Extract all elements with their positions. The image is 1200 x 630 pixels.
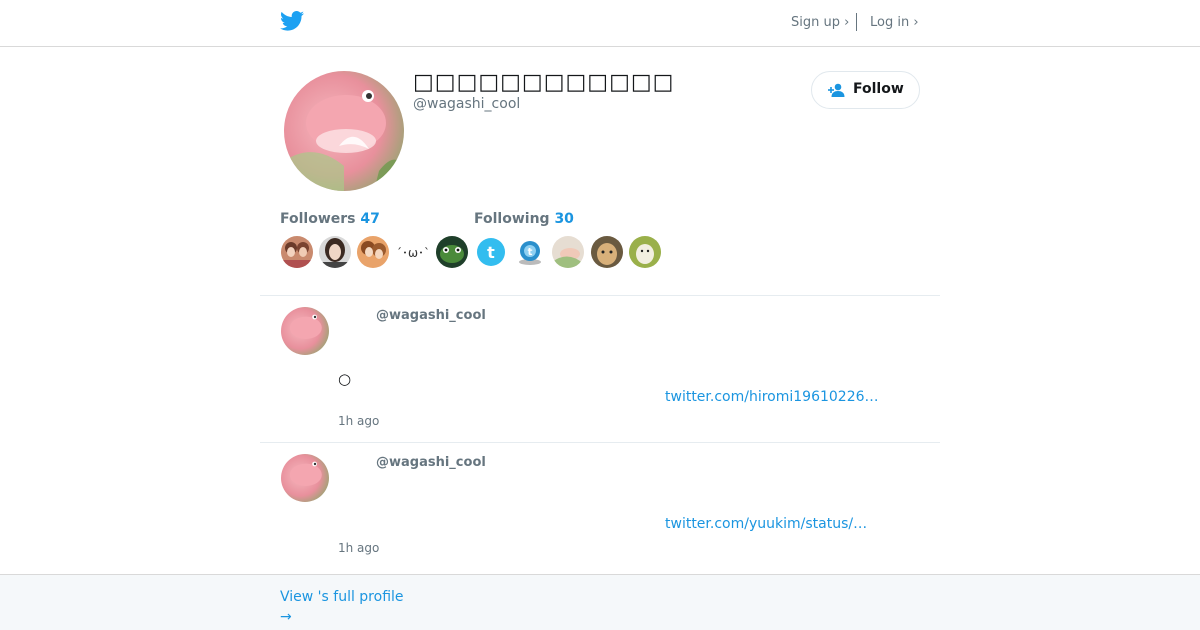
follower-avatar[interactable] bbox=[319, 236, 351, 268]
timeline-divider bbox=[260, 442, 940, 443]
svg-text:t: t bbox=[528, 247, 533, 258]
follow-button[interactable]: Follow bbox=[811, 71, 920, 109]
tweet-link[interactable]: twitter.com/yuukim/status/… bbox=[665, 516, 867, 532]
following-count[interactable]: Following 30 bbox=[474, 211, 574, 227]
following-label: Following bbox=[474, 211, 550, 227]
tweet-timestamp[interactable]: 1h ago bbox=[338, 414, 379, 428]
follower-avatar[interactable] bbox=[281, 236, 313, 268]
top-bar: Sign up › Log in › bbox=[0, 0, 1200, 47]
tweet-timestamp[interactable]: 1h ago bbox=[338, 541, 379, 555]
following-number: 30 bbox=[554, 211, 574, 227]
tweet-avatar[interactable] bbox=[281, 307, 329, 355]
footer: View 's full profile → bbox=[0, 574, 1200, 630]
following-avatar[interactable] bbox=[552, 236, 584, 268]
add-user-icon bbox=[828, 83, 845, 97]
display-name: □□□□□□□□□□□□ bbox=[413, 70, 675, 95]
tweet-link[interactable]: twitter.com/hiromi19610226… bbox=[665, 389, 879, 405]
followers-label: Followers bbox=[280, 211, 356, 227]
follower-avatar[interactable] bbox=[436, 236, 468, 268]
followers-number: 47 bbox=[360, 211, 380, 227]
nav-divider bbox=[856, 13, 857, 31]
view-full-profile-label: View 's full profile bbox=[280, 589, 404, 605]
timeline-divider bbox=[260, 295, 940, 296]
tweet-handle[interactable]: @wagashi_cool bbox=[376, 308, 486, 323]
screen-name: @wagashi_cool bbox=[413, 96, 521, 112]
following-avatar[interactable]: t bbox=[514, 236, 546, 268]
login-link[interactable]: Log in › bbox=[870, 15, 919, 30]
twitter-bird-icon[interactable] bbox=[280, 11, 304, 31]
svg-text:t: t bbox=[487, 243, 495, 262]
arrow-right-icon: → bbox=[280, 609, 292, 625]
profile-avatar bbox=[284, 71, 404, 191]
tweet-text: ○ bbox=[338, 370, 352, 388]
follower-avatar[interactable] bbox=[357, 236, 389, 268]
view-full-profile-link[interactable]: View 's full profile → bbox=[280, 587, 404, 627]
tweet-handle[interactable]: @wagashi_cool bbox=[376, 455, 486, 470]
tweet-avatar[interactable] bbox=[281, 454, 329, 502]
following-avatar[interactable] bbox=[591, 236, 623, 268]
following-avatar[interactable]: t bbox=[475, 236, 507, 268]
followers-count[interactable]: Followers 47 bbox=[280, 211, 380, 227]
follow-button-label: Follow bbox=[853, 81, 904, 97]
follower-emoticon[interactable]: ´･ω･` bbox=[396, 244, 430, 261]
following-avatar[interactable] bbox=[629, 236, 661, 268]
signup-link[interactable]: Sign up › bbox=[791, 15, 849, 30]
